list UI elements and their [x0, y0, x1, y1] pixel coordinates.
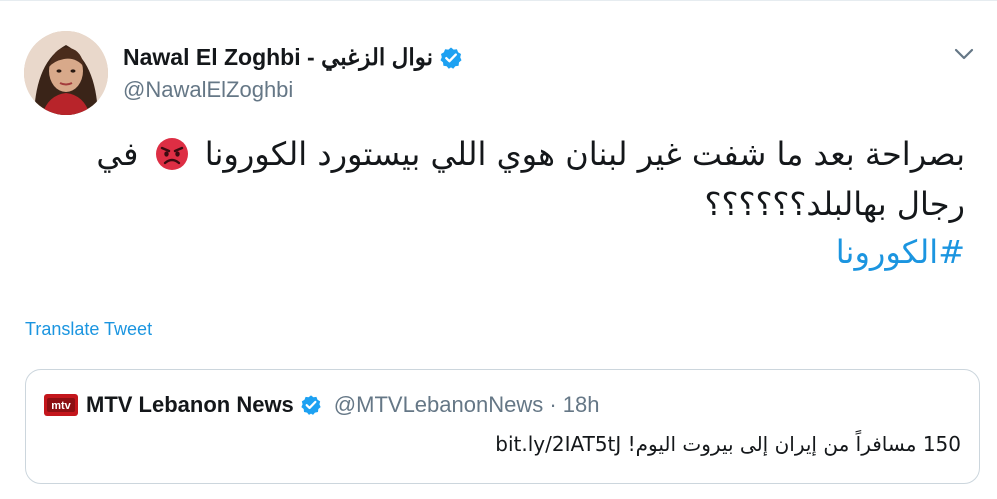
verified-badge-icon	[440, 47, 462, 69]
verified-badge-icon	[301, 395, 321, 415]
tweet-body: بصراحة بعد ما شفت غير لبنان هوي اللي بيس…	[25, 129, 965, 229]
display-name[interactable]: Nawal El Zoghbi - نوال الزغبي	[123, 44, 433, 71]
quoted-display-name[interactable]: MTV Lebanon News	[86, 392, 294, 418]
avatar[interactable]	[24, 31, 108, 115]
svg-text:mtv: mtv	[51, 400, 71, 412]
tweet-card: Nawal El Zoghbi - نوال الزغبي @NawalElZo…	[0, 0, 997, 499]
translate-tweet-link[interactable]: Translate Tweet	[25, 319, 152, 340]
author-name-row: Nawal El Zoghbi - نوال الزغبي	[123, 44, 463, 71]
more-options-button[interactable]	[949, 39, 979, 69]
mtv-logo-icon: mtv	[44, 394, 78, 416]
tweet-body-part-1: بصراحة بعد ما شفت غير لبنان هوي اللي بيس…	[204, 135, 965, 173]
quoted-tweet-header: mtv MTV Lebanon News @MTVLebanonNews · 1…	[44, 392, 599, 418]
handle[interactable]: @NawalElZoghbi	[123, 77, 293, 103]
quoted-tweet-card[interactable]: mtv MTV Lebanon News @MTVLebanonNews · 1…	[25, 369, 980, 484]
angry-face-emoji-icon	[155, 138, 188, 170]
quoted-handle-time[interactable]: @MTVLebanonNews · 18h	[334, 392, 600, 418]
hashtag-link[interactable]: #الكورونا	[836, 233, 965, 271]
quoted-tweet-text: 150 مسافراً من إيران إلى بيروت اليوم! bi…	[495, 432, 961, 456]
chevron-down-icon	[954, 48, 974, 60]
avatar-photo-icon	[24, 31, 108, 115]
